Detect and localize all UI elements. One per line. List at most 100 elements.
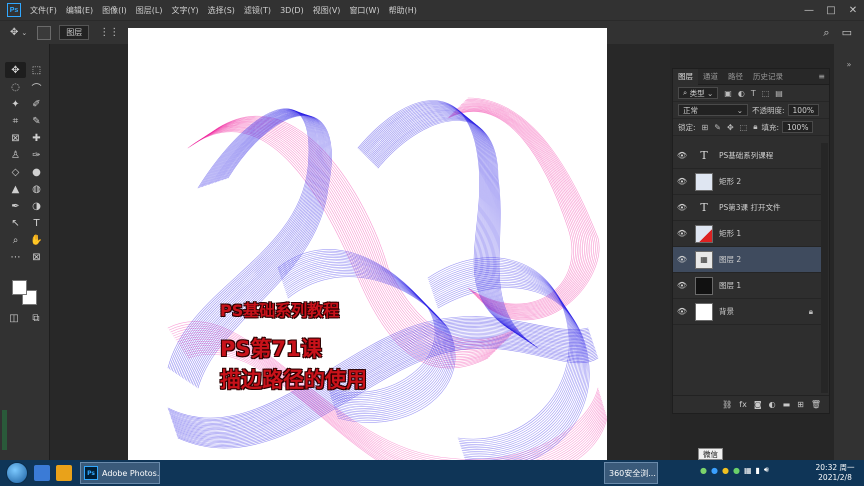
volume-icon[interactable]: 🔊︎ [764,465,769,475]
eyedropper-tool-icon[interactable]: ✎ [26,113,47,129]
tray-app-icon[interactable]: ● [733,466,740,475]
history-brush-icon[interactable]: ✑ [26,147,47,163]
minimize-button[interactable]: — [798,5,820,16]
lock-artboard-icon[interactable]: ⬚ [740,123,748,132]
menu-view[interactable]: 视图(V) [313,5,341,16]
layer-row-selected[interactable]: 👁︎ ▦ 图层 2 [673,247,821,273]
layer-row[interactable]: 👁︎ 矩形 1 [673,221,821,247]
blend-mode-dropdown[interactable]: 正常 ⌄ [678,104,748,116]
type-tool-icon[interactable]: T [26,215,47,231]
color-swatches[interactable] [12,280,42,310]
foreground-color[interactable] [12,280,27,295]
tab-paths[interactable]: 路径 [723,69,748,85]
trash-icon[interactable]: 🗑︎ [811,400,821,409]
network-icon[interactable]: ▮ [756,466,760,475]
search-icon[interactable]: ⌕ [823,26,829,40]
visibility-eye-icon[interactable]: 👁︎ [673,177,691,186]
lock-transparent-icon[interactable]: ⊞ [702,123,709,132]
workspace-icon[interactable]: ▭ [842,26,852,39]
move-tool-icon[interactable]: ✥ [10,27,18,38]
tab-channels[interactable]: 通道 [698,69,723,85]
lock-pixels-icon[interactable]: ✎ [714,123,721,132]
menu-image[interactable]: 图像(I) [102,5,127,16]
pen-tool-icon[interactable]: ✒ [5,198,26,214]
explorer-icon[interactable] [34,465,50,481]
fill-input[interactable]: 100% [782,121,814,133]
panel-menu-icon[interactable]: ≡ [818,72,825,81]
frame-tool-icon[interactable]: ⊠ [5,130,26,146]
quick-select-tool-icon[interactable]: ⌒ [26,79,47,95]
layer-row[interactable]: 👁︎ 矩形 2 [673,169,821,195]
layer-filter-dropdown[interactable]: ⌕ 类型 ⌄ [678,87,719,99]
wechat-icon[interactable]: ● [700,466,707,475]
hand-tool-icon[interactable]: ✋ [26,232,47,248]
close-button[interactable]: ✕ [842,5,864,16]
filter-type-icon[interactable]: T [751,89,756,98]
opacity-input[interactable]: 100% [787,104,819,116]
gradient-tool-icon[interactable]: ▲ [5,181,26,197]
maximize-button[interactable]: □ [820,5,842,16]
lock-icon[interactable]: 🔒︎ [809,307,813,317]
eraser-tool-icon[interactable]: ◇ [5,164,26,180]
layers-scrollbar[interactable] [821,143,828,393]
menu-layer[interactable]: 图层(L) [136,5,163,16]
layer-row[interactable]: 👁︎ 图层 1 [673,273,821,299]
filter-pixel-icon[interactable]: ▣ [724,89,732,98]
screen-mode-icon[interactable]: ⧉ [28,310,44,326]
path-select-icon[interactable]: ↖ [5,215,26,231]
folder-icon[interactable] [56,465,72,481]
more-tools-icon[interactable]: ⋯ [5,249,26,265]
filter-adjust-icon[interactable]: ◐ [738,89,745,98]
tray-app-icon[interactable]: ▦ [744,466,752,475]
menu-type[interactable]: 文字(Y) [171,5,198,16]
lasso-tool-icon[interactable]: ◌ [5,79,26,95]
lock-position-icon[interactable]: ✥ [727,123,734,132]
layer-row[interactable]: 👁︎ 背景 🔒︎ [673,299,821,325]
rectangle-tool-icon[interactable]: ⊠ [26,249,47,265]
layer-row[interactable]: 👁︎ T PS第3课 打开文件 [673,195,821,221]
adjustment-icon[interactable]: ◐ [769,400,776,409]
dodge-tool-icon[interactable]: ◍ [26,181,47,197]
zoom-tool-icon[interactable]: ⌕ [5,232,26,248]
crop-tool-icon[interactable]: ⌗ [5,113,26,129]
visibility-eye-icon[interactable]: 👁︎ [673,203,691,212]
marquee-tool-icon[interactable]: ⬚ [26,62,47,78]
blur-tool-icon[interactable]: ● [26,164,47,180]
menu-filter[interactable]: 滤镜(T) [244,5,271,16]
menu-help[interactable]: 帮助(H) [389,5,417,16]
stamp-tool-icon[interactable]: ♙ [5,147,26,163]
folder-icon[interactable]: ▬ [783,400,791,409]
filter-smart-icon[interactable]: ▤ [775,89,783,98]
link-icon[interactable]: ⛓︎ [722,400,732,409]
visibility-eye-icon[interactable]: 👁︎ [673,151,691,160]
auto-select-checkbox[interactable] [37,25,52,40]
move-tool-icon[interactable]: ✥ [5,62,26,78]
new-layer-icon[interactable]: ⊞ [797,400,804,409]
system-clock[interactable]: 20:32 周一 2021/2/8 [812,463,858,483]
filter-shape-icon[interactable]: ⬚ [762,89,770,98]
taskbar-photoshop[interactable]: Ps Adobe Photos... [80,462,160,484]
menu-window[interactable]: 窗口(W) [349,5,379,16]
visibility-eye-icon[interactable]: 👁︎ [673,229,691,238]
tray-app-icon[interactable]: ● [722,466,729,475]
collapse-icon[interactable]: » [834,60,864,69]
fx-icon[interactable]: fx [739,400,747,409]
layer-row[interactable]: 👁︎ T PS基础系列课程 [673,143,821,169]
auto-select-dropdown[interactable]: 图层 [59,25,90,40]
brush-tool-icon[interactable]: ✐ [26,96,47,112]
visibility-eye-icon[interactable]: 👁︎ [673,281,691,290]
align-icon[interactable]: ⋮⋮ [99,27,119,38]
taskbar-360-browser[interactable]: 360安全浏... [604,462,658,484]
tab-history[interactable]: 历史记录 [748,69,788,85]
tray-app-icon[interactable]: ● [711,466,718,475]
start-button[interactable] [6,462,28,484]
visibility-eye-icon[interactable]: 👁︎ [673,307,691,316]
menu-3d[interactable]: 3D(D) [280,6,304,15]
menu-edit[interactable]: 编辑(E) [66,5,93,16]
quick-mask-icon[interactable]: ◫ [6,310,22,326]
lock-all-icon[interactable]: 🔒︎ [753,122,757,132]
spot-healing-icon[interactable]: ✚ [26,130,47,146]
tab-layers[interactable]: 图层 [673,68,698,85]
menu-file[interactable]: 文件(F) [30,5,57,16]
shape-tool-icon[interactable]: ◑ [26,198,47,214]
